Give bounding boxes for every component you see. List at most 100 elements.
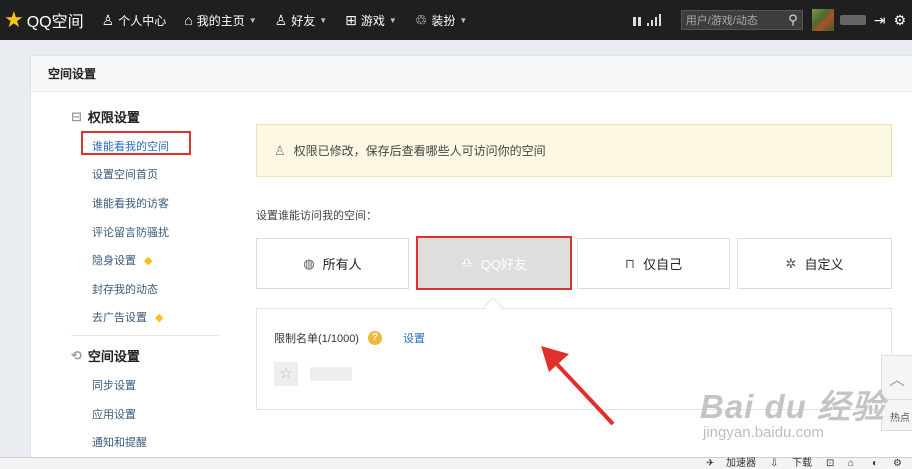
settings-small-icon[interactable]: ⚙ — [893, 458, 902, 469]
person-icon: ♙ — [101, 11, 115, 28]
group-title: 空间设置 — [87, 349, 140, 364]
globe-icon: ◍ — [303, 255, 315, 271]
gear-tag-icon: ⟲ — [71, 347, 82, 363]
username-redacted[interactable] — [839, 15, 866, 25]
notice-text: 权限已修改，保存后查看哪些人可访问你的空间 — [293, 144, 546, 158]
sidebar-item-sync[interactable]: 同步设置 — [92, 377, 136, 393]
sidebar-item-label: 去广告设置 — [92, 312, 147, 324]
sidebar-item-invisible[interactable]: 隐身设置 ◆ — [92, 252, 152, 268]
help-icon[interactable]: ? — [367, 331, 382, 345]
star-logo-icon: ★ — [4, 7, 24, 32]
panel-title: 空间设置 — [31, 56, 912, 92]
option-label: 所有人 — [322, 257, 362, 272]
sidebar-item-archive-feeds[interactable]: 封存我的动态 — [92, 281, 158, 297]
gear-icon[interactable]: ⚙ — [893, 12, 906, 29]
option-everyone[interactable]: ◍ 所有人 — [256, 238, 409, 289]
red-arrow-annotation — [541, 346, 615, 426]
sidebar-item-label: 同步设置 — [92, 380, 136, 392]
baidu-watermark-logo: Bai du 经验 — [700, 388, 886, 425]
nav-games[interactable]: ⊞ 游戏 ▼ — [345, 12, 397, 29]
sidebar-divider — [71, 335, 219, 336]
sidebar-item-label: 评论留言防骚扰 — [92, 227, 169, 239]
caret-down-icon: ▼ — [388, 15, 397, 25]
baidu-watermark-url: jingyan.baidu.com — [703, 424, 824, 441]
floating-hot-panel[interactable]: ︿ 热点 — [881, 355, 912, 431]
set-restriction-link[interactable]: 设置 — [403, 330, 425, 346]
nav-label: 我的主页 — [196, 13, 245, 28]
sidebar-item-remove-ads[interactable]: 去广告设置 ◆ — [92, 309, 163, 325]
access-setting-label: 设置谁能访问我的空间： — [256, 210, 377, 222]
trash-icon[interactable]: ⌂ — [848, 458, 854, 469]
restriction-list-header: 限制名单(1/1000) ? 设置 — [274, 330, 425, 346]
lock-icon: ⊟ — [71, 108, 82, 124]
sidebar-group-permissions: ⊟ 权限设置 — [71, 107, 140, 126]
search-input[interactable]: 用户/游戏/动态 — [686, 12, 758, 28]
gear-icon: ✲ — [785, 255, 797, 271]
sidebar-item-label: 通知和提醒 — [92, 437, 147, 449]
pause-icon[interactable] — [632, 14, 641, 26]
logo-text: QQ空间 — [26, 14, 84, 31]
nav-my-homepage[interactable]: ⌂ 我的主页 ▼ — [184, 12, 256, 29]
restricted-friend-item[interactable]: ☆ — [274, 362, 352, 386]
nav-personal-center[interactable]: ♙ 个人中心 — [102, 12, 167, 29]
hot-label: 热点 — [890, 413, 910, 424]
sidebar-item-label: 谁能看我的空间 — [92, 141, 169, 153]
nav-label: 游戏 — [360, 13, 385, 28]
option-qq-friends[interactable]: ♎ QQ好友 — [416, 236, 572, 290]
notice-banner: ♙ 权限已修改，保存后查看哪些人可访问你的空间 — [256, 124, 892, 177]
caret-down-icon: ▼ — [459, 15, 468, 25]
nav-label: 个人中心 — [118, 13, 167, 28]
person-warning-icon: ♙ — [274, 142, 286, 158]
screenshot-icon[interactable]: ⊡ — [826, 458, 834, 469]
sidebar-group-space-settings: ⟲ 空间设置 — [71, 346, 140, 365]
sidebar-item-label: 隐身设置 — [92, 255, 136, 267]
nav-friends[interactable]: ♙ 好友 ▼ — [275, 12, 328, 29]
caret-down-icon: ▼ — [248, 15, 257, 25]
lock-icon: ⊓ — [624, 255, 636, 271]
nav-label: 装扮 — [431, 13, 456, 28]
sidebar-item-homepage-setting[interactable]: 设置空间首页 — [92, 166, 158, 182]
diamond-icon: ◆ — [144, 254, 153, 267]
option-only-me[interactable]: ⊓ 仅自己 — [577, 238, 730, 289]
home-icon: ⌂ — [184, 12, 193, 28]
volume-icon[interactable]: ◐ — [872, 458, 878, 469]
logout-icon[interactable]: ⇥ — [874, 12, 886, 29]
top-navigation-bar: ★ QQ空间 ♙ 个人中心 ⌂ 我的主页 ▼ ♙ 好友 ▼ ⊞ 游戏 ▼ ♲ 装… — [0, 0, 912, 40]
qq-penguin-icon: ♎ — [461, 255, 473, 270]
top-right-tools: 用户/游戏/动态 ⚲ ⇥ ⚙ — [632, 0, 912, 40]
browser-status-bar: ✈ 加速器 ⇩ 下载 ⊡ ⌂ ◐ ⚙ — [0, 457, 912, 469]
accelerator-label[interactable]: 加速器 — [726, 458, 756, 469]
caret-down-icon: ▼ — [319, 15, 328, 25]
sidebar-item-notifications[interactable]: 通知和提醒 — [92, 434, 147, 450]
sidebar-item-label: 封存我的动态 — [92, 284, 158, 296]
friend-name-redacted — [310, 367, 352, 381]
download-label[interactable]: 下载 — [792, 458, 812, 469]
grid-icon: ⊞ — [345, 11, 357, 28]
sidebar-item-who-can-see-visitors[interactable]: 谁能看我的访客 — [92, 195, 169, 211]
avatar[interactable] — [811, 9, 834, 31]
sidebar-item-who-can-see-space[interactable]: 谁能看我的空间 — [92, 138, 169, 154]
star-avatar-icon: ☆ — [274, 362, 298, 386]
option-custom[interactable]: ✲ 自定义 — [737, 238, 892, 289]
sidebar-item-label: 应用设置 — [92, 409, 136, 421]
signal-bars-icon[interactable] — [646, 14, 661, 26]
rocket-icon[interactable]: ✈ — [706, 458, 714, 469]
option-label: 自定义 — [804, 257, 844, 272]
chevron-up-icon[interactable]: ︿ — [882, 356, 912, 400]
friends-icon: ♙ — [274, 11, 288, 28]
search-icon[interactable]: ⚲ — [788, 12, 798, 28]
search-box[interactable]: 用户/游戏/动态 ⚲ — [680, 10, 803, 30]
option-label: QQ好友 — [480, 256, 527, 272]
qzone-logo[interactable]: ★ QQ空间 — [4, 0, 84, 40]
sidebar-item-label: 设置空间首页 — [92, 169, 158, 181]
nav-decorate[interactable]: ♲ 装扮 ▼ — [415, 12, 468, 29]
sidebar-item-apps[interactable]: 应用设置 — [92, 406, 136, 422]
nav-label: 好友 — [291, 13, 316, 28]
sidebar-item-label: 谁能看我的访客 — [92, 198, 169, 210]
option-label: 仅自己 — [643, 257, 683, 272]
download-icon[interactable]: ⇩ — [770, 458, 778, 469]
group-title: 权限设置 — [87, 110, 140, 125]
sidebar-item-anti-harassment[interactable]: 评论留言防骚扰 — [92, 224, 169, 240]
diamond-icon: ◆ — [155, 311, 164, 324]
restriction-count-label: 限制名单(1/1000) — [274, 333, 359, 345]
